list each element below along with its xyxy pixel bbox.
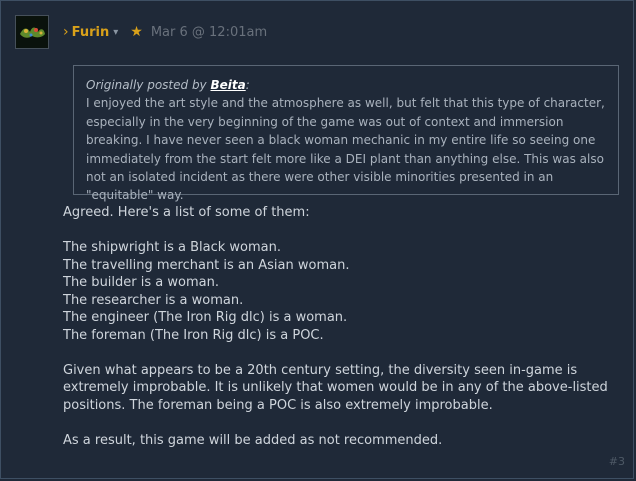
author-row: › Furin ▾ ★ Mar 6 @ 12:01am <box>63 24 267 40</box>
quote-block: Originally posted by Beita: I enjoyed th… <box>73 65 619 202</box>
post-timestamp: Mar 6 @ 12:01am <box>150 24 268 40</box>
comment-paragraph: Given what appears to be a 20th century … <box>63 362 608 413</box>
author-chevron-icon: › <box>63 24 69 40</box>
author-dropdown-icon[interactable]: ▾ <box>113 27 118 38</box>
comment-body: Agreed. Here's a list of some of them: T… <box>63 204 619 449</box>
list-item: The shipwright is a Black woman. <box>63 240 282 255</box>
quote-attribution-prefix: Originally posted by <box>86 78 211 92</box>
avatar-image <box>16 16 48 48</box>
list-item: The foreman (The Iron Rig dlc) is a POC. <box>63 327 324 343</box>
star-icon: ★ <box>130 24 143 40</box>
list-item: The researcher is a woman. <box>63 292 244 308</box>
comment-intro: Agreed. Here's a list of some of them: <box>63 205 310 220</box>
list-item: The builder is a woman. <box>63 275 219 290</box>
quote-user-link[interactable]: Beita <box>210 78 245 92</box>
list-item: The engineer (The Iron Rig dlc) is a wom… <box>63 310 348 325</box>
list-item: The travelling merchant is an Asian woma… <box>63 257 350 273</box>
comment-conclusion: As a result, this game will be added as … <box>63 432 443 448</box>
quote-attribution: Originally posted by Beita: <box>86 76 606 94</box>
avatar[interactable] <box>15 15 49 49</box>
quote-text: I enjoyed the art style and the atmosphe… <box>86 96 605 203</box>
author-name-link[interactable]: Furin <box>72 25 110 40</box>
comment-header: › Furin ▾ ★ Mar 6 @ 12:01am <box>15 15 267 49</box>
post-number[interactable]: #3 <box>609 455 625 468</box>
comment-post: › Furin ▾ ★ Mar 6 @ 12:01am Originally p… <box>0 0 634 479</box>
quote-attribution-suffix: : <box>245 78 250 92</box>
